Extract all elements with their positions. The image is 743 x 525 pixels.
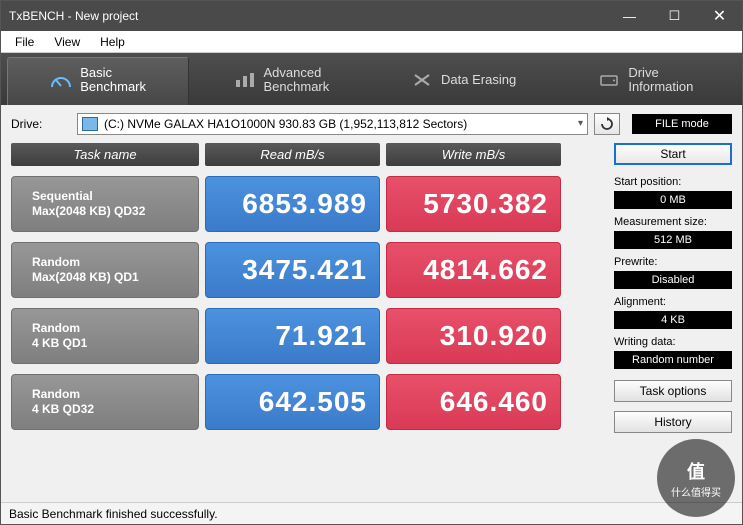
menubar: File View Help (1, 31, 742, 53)
measurement-size-label: Measurement size: (614, 214, 732, 228)
header-write: Write mB/s (386, 143, 561, 166)
write-value: 5730.382 (386, 176, 561, 232)
close-button[interactable]: ✕ (697, 1, 742, 31)
prewrite-label: Prewrite: (614, 254, 732, 268)
test-name-random-4kb-qd32[interactable]: Random 4 KB QD32 (11, 374, 199, 430)
tab-label: Drive Information (628, 66, 693, 95)
alignment-value[interactable]: 4 KB (614, 311, 732, 329)
titlebar: TxBENCH - New project — ☐ ✕ (1, 1, 742, 31)
menu-view[interactable]: View (44, 33, 90, 51)
task-options-button[interactable]: Task options (614, 380, 732, 402)
prewrite-value[interactable]: Disabled (614, 271, 732, 289)
write-value: 4814.662 (386, 242, 561, 298)
bars-icon (234, 71, 256, 89)
erase-icon (411, 71, 433, 89)
tab-label: Data Erasing (441, 72, 516, 87)
gauge-icon (50, 71, 72, 89)
table-row: Sequential Max(2048 KB) QD32 6853.989 57… (11, 176, 604, 232)
start-position-label: Start position: (614, 174, 732, 188)
refresh-icon (599, 116, 615, 132)
read-value: 6853.989 (205, 176, 380, 232)
window-title: TxBENCH - New project (9, 9, 607, 23)
drive-dropdown[interactable]: (C:) NVMe GALAX HA1O1000N 930.83 GB (1,9… (77, 113, 588, 135)
file-mode-indicator[interactable]: FILE mode (632, 114, 732, 134)
write-value: 310.920 (386, 308, 561, 364)
menu-help[interactable]: Help (90, 33, 135, 51)
measurement-size-value[interactable]: 512 MB (614, 231, 732, 249)
start-position-value[interactable]: 0 MB (614, 191, 732, 209)
start-button[interactable]: Start (614, 143, 732, 165)
history-button[interactable]: History (614, 411, 732, 433)
test-name-random-4kb-qd1[interactable]: Random 4 KB QD1 (11, 308, 199, 364)
table-row: Random 4 KB QD32 642.505 646.460 (11, 374, 604, 430)
sidebar: Start Start position: 0 MB Measurement s… (614, 143, 732, 498)
drive-icon (598, 71, 620, 89)
drive-selector-row: Drive: (C:) NVMe GALAX HA1O1000N 930.83 … (11, 113, 732, 135)
table-row: Random Max(2048 KB) QD1 3475.421 4814.66… (11, 242, 604, 298)
tab-basic-benchmark[interactable]: Basic Benchmark (7, 57, 189, 105)
tab-label: Basic Benchmark (80, 66, 146, 95)
tab-label: Advanced Benchmark (264, 66, 330, 95)
status-text: Basic Benchmark finished successfully. (9, 507, 218, 521)
test-name-random-qd1-max[interactable]: Random Max(2048 KB) QD1 (11, 242, 199, 298)
header-task-name: Task name (11, 143, 199, 166)
maximize-button[interactable]: ☐ (652, 1, 697, 31)
read-value: 642.505 (205, 374, 380, 430)
drive-value: (C:) NVMe GALAX HA1O1000N 930.83 GB (1,9… (104, 117, 467, 131)
tab-data-erasing[interactable]: Data Erasing (374, 57, 554, 105)
menu-file[interactable]: File (5, 33, 44, 51)
refresh-button[interactable] (594, 113, 620, 135)
test-name-sequential-qd32[interactable]: Sequential Max(2048 KB) QD32 (11, 176, 199, 232)
tab-advanced-benchmark[interactable]: Advanced Benchmark (191, 57, 371, 105)
writing-data-value[interactable]: Random number (614, 351, 732, 369)
drive-label: Drive: (11, 117, 71, 131)
header-read: Read mB/s (205, 143, 380, 166)
statusbar: Basic Benchmark finished successfully. (1, 502, 742, 524)
read-value: 71.921 (205, 308, 380, 364)
alignment-label: Alignment: (614, 294, 732, 308)
minimize-button[interactable]: — (607, 1, 652, 31)
results-table: Task name Read mB/s Write mB/s Sequentia… (11, 143, 604, 498)
chevron-down-icon: ▾ (578, 118, 583, 129)
table-row: Random 4 KB QD1 71.921 310.920 (11, 308, 604, 364)
write-value: 646.460 (386, 374, 561, 430)
read-value: 3475.421 (205, 242, 380, 298)
writing-data-label: Writing data: (614, 334, 732, 348)
tab-drive-information[interactable]: Drive Information (556, 57, 736, 105)
disk-icon (82, 117, 98, 131)
tabbar: Basic Benchmark Advanced Benchmark Data … (1, 53, 742, 105)
